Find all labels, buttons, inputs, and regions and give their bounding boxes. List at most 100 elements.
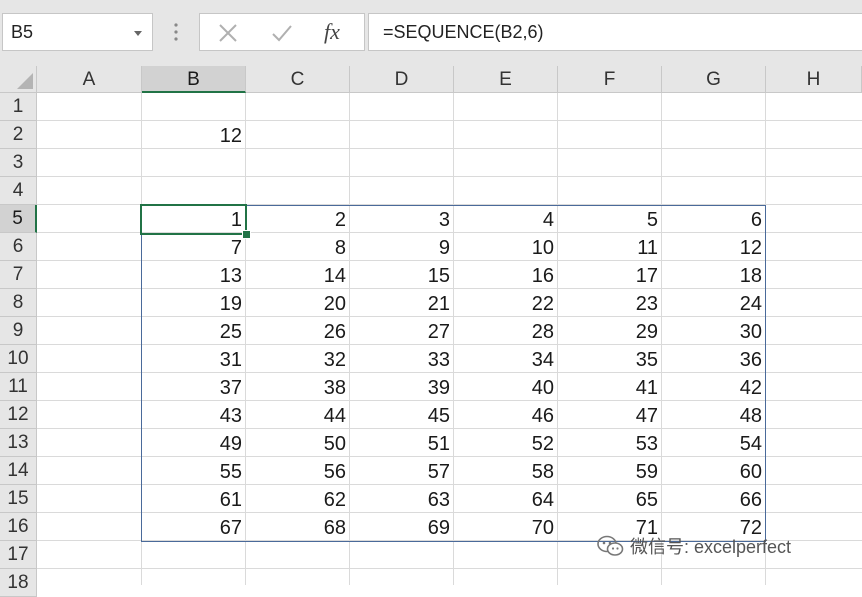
cell-g14[interactable]: 60 <box>662 457 766 485</box>
cell-e6[interactable]: 10 <box>454 233 558 261</box>
cell-g13[interactable]: 54 <box>662 429 766 457</box>
cell-f8[interactable]: 23 <box>558 289 662 317</box>
cell-d7[interactable]: 15 <box>350 261 454 289</box>
fill-handle[interactable] <box>242 230 251 239</box>
cell-c8[interactable]: 20 <box>246 289 350 317</box>
cell-d12[interactable]: 45 <box>350 401 454 429</box>
row-header-9[interactable]: 9 <box>0 317 37 345</box>
cell-c6[interactable]: 8 <box>246 233 350 261</box>
cell-e5[interactable]: 4 <box>454 205 558 233</box>
cell-b8[interactable]: 19 <box>142 289 246 317</box>
cell-e8[interactable]: 22 <box>454 289 558 317</box>
chevron-down-icon[interactable] <box>134 31 142 36</box>
row-header-15[interactable]: 15 <box>0 485 37 513</box>
cell-c16[interactable]: 68 <box>246 513 350 541</box>
row-header-6[interactable]: 6 <box>0 233 37 261</box>
cell-f14[interactable]: 59 <box>558 457 662 485</box>
cell-b7[interactable]: 13 <box>142 261 246 289</box>
name-box[interactable]: B5 <box>2 13 153 51</box>
cell-d9[interactable]: 27 <box>350 317 454 345</box>
insert-function-button[interactable]: fx <box>324 19 340 45</box>
cell-g5[interactable]: 6 <box>662 205 766 233</box>
cell-f9[interactable]: 29 <box>558 317 662 345</box>
cell-b11[interactable]: 37 <box>142 373 246 401</box>
cell-e10[interactable]: 34 <box>454 345 558 373</box>
cell-f11[interactable]: 41 <box>558 373 662 401</box>
cell-e12[interactable]: 46 <box>454 401 558 429</box>
cell-e15[interactable]: 64 <box>454 485 558 513</box>
cell-d15[interactable]: 63 <box>350 485 454 513</box>
cell-b6[interactable]: 7 <box>142 233 246 261</box>
cell-e9[interactable]: 28 <box>454 317 558 345</box>
cell-g10[interactable]: 36 <box>662 345 766 373</box>
cell-g12[interactable]: 48 <box>662 401 766 429</box>
cell-d14[interactable]: 57 <box>350 457 454 485</box>
drag-handle-icon[interactable] <box>172 21 180 43</box>
cell-b14[interactable]: 55 <box>142 457 246 485</box>
row-header-2[interactable]: 2 <box>0 121 37 149</box>
cell-e7[interactable]: 16 <box>454 261 558 289</box>
cell-f5[interactable]: 5 <box>558 205 662 233</box>
row-header-5[interactable]: 5 <box>0 205 37 233</box>
cell-d6[interactable]: 9 <box>350 233 454 261</box>
x-icon[interactable] <box>216 21 240 45</box>
cell-b2[interactable]: 12 <box>142 121 246 149</box>
cell-f10[interactable]: 35 <box>558 345 662 373</box>
cell-d8[interactable]: 21 <box>350 289 454 317</box>
row-header-14[interactable]: 14 <box>0 457 37 485</box>
row-header-3[interactable]: 3 <box>0 149 37 177</box>
cell-b15[interactable]: 61 <box>142 485 246 513</box>
cell-d5[interactable]: 3 <box>350 205 454 233</box>
cell-e11[interactable]: 40 <box>454 373 558 401</box>
cell-c14[interactable]: 56 <box>246 457 350 485</box>
row-header-16[interactable]: 16 <box>0 513 37 541</box>
cell-c10[interactable]: 32 <box>246 345 350 373</box>
row-header-10[interactable]: 10 <box>0 345 37 373</box>
cell-g6[interactable]: 12 <box>662 233 766 261</box>
cell-b13[interactable]: 49 <box>142 429 246 457</box>
cell-f7[interactable]: 17 <box>558 261 662 289</box>
cell-d13[interactable]: 51 <box>350 429 454 457</box>
cell-g15[interactable]: 66 <box>662 485 766 513</box>
cell-c15[interactable]: 62 <box>246 485 350 513</box>
row-header-7[interactable]: 7 <box>0 261 37 289</box>
row-header-11[interactable]: 11 <box>0 373 37 401</box>
cell-f13[interactable]: 53 <box>558 429 662 457</box>
cell-b5[interactable]: 1 <box>142 205 246 233</box>
cell-c13[interactable]: 50 <box>246 429 350 457</box>
cell-e16[interactable]: 70 <box>454 513 558 541</box>
column-header-b[interactable]: B <box>142 66 246 93</box>
cell-d16[interactable]: 69 <box>350 513 454 541</box>
cell-b12[interactable]: 43 <box>142 401 246 429</box>
cell-g8[interactable]: 24 <box>662 289 766 317</box>
cell-g11[interactable]: 42 <box>662 373 766 401</box>
cell-g9[interactable]: 30 <box>662 317 766 345</box>
column-header-c[interactable]: C <box>246 66 350 93</box>
cell-d11[interactable]: 39 <box>350 373 454 401</box>
column-header-e[interactable]: E <box>454 66 558 93</box>
column-header-a[interactable]: A <box>37 66 142 93</box>
row-header-1[interactable]: 1 <box>0 93 37 121</box>
row-header-13[interactable]: 13 <box>0 429 37 457</box>
cell-c12[interactable]: 44 <box>246 401 350 429</box>
row-header-8[interactable]: 8 <box>0 289 37 317</box>
cell-b9[interactable]: 25 <box>142 317 246 345</box>
cell-f15[interactable]: 65 <box>558 485 662 513</box>
column-header-d[interactable]: D <box>350 66 454 93</box>
cell-c5[interactable]: 2 <box>246 205 350 233</box>
cell-f12[interactable]: 47 <box>558 401 662 429</box>
check-icon[interactable] <box>270 21 294 45</box>
cell-c7[interactable]: 14 <box>246 261 350 289</box>
cell-c11[interactable]: 38 <box>246 373 350 401</box>
cell-c9[interactable]: 26 <box>246 317 350 345</box>
cell-e13[interactable]: 52 <box>454 429 558 457</box>
cell-d10[interactable]: 33 <box>350 345 454 373</box>
cell-g7[interactable]: 18 <box>662 261 766 289</box>
row-header-17[interactable]: 17 <box>0 541 37 569</box>
row-header-4[interactable]: 4 <box>0 177 37 205</box>
cell-b10[interactable]: 31 <box>142 345 246 373</box>
cell-e14[interactable]: 58 <box>454 457 558 485</box>
column-header-f[interactable]: F <box>558 66 662 93</box>
row-header-12[interactable]: 12 <box>0 401 37 429</box>
column-header-g[interactable]: G <box>662 66 766 93</box>
